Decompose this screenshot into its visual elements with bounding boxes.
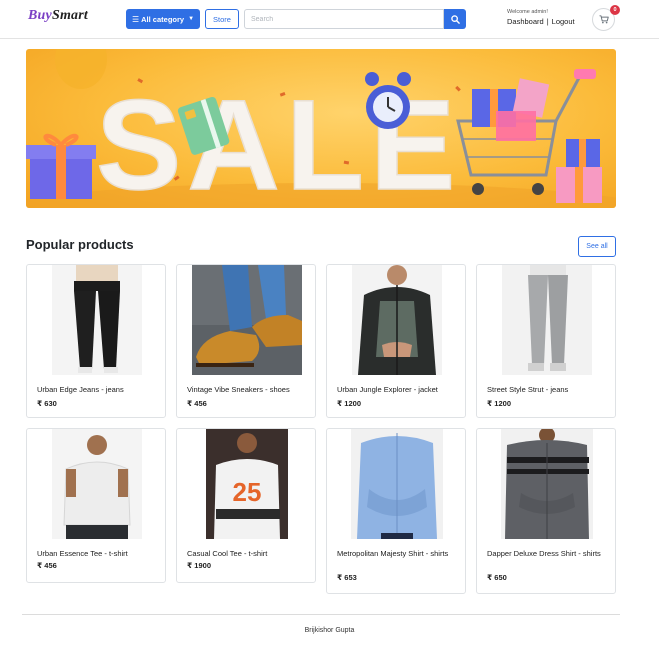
product-image-sneakers[interactable] — [192, 265, 302, 375]
product-name[interactable]: Urban Edge Jeans - jeans — [37, 384, 159, 395]
product-card[interactable]: 25 Casual Cool Tee - t-shirt ₹ 1900 — [176, 428, 316, 583]
product-name[interactable]: Metropolitan Majesty Shirt - shirts — [337, 548, 459, 559]
link-separator: | — [546, 17, 549, 26]
gift-box-left — [26, 133, 96, 199]
product-price: ₹ 1200 — [487, 399, 511, 408]
brand-logo[interactable]: BuySmart — [28, 8, 88, 24]
sale-banner-illustration: SALE — [26, 49, 616, 208]
product-image-jeans[interactable] — [52, 265, 142, 375]
product-card[interactable]: Urban Edge Jeans - jeans ₹ 630 — [26, 264, 166, 418]
product-card[interactable]: Metropolitan Majesty Shirt - shirts ₹ 65… — [326, 428, 466, 594]
product-name[interactable]: Casual Cool Tee - t-shirt — [187, 548, 309, 559]
welcome-text: Welcome admin! — [507, 9, 548, 15]
menu-bars-icon: ☰ — [131, 14, 140, 24]
product-name[interactable]: Vintage Vibe Sneakers - shoes — [187, 384, 309, 395]
category-button-label: All category — [141, 14, 185, 24]
shopping-cart-icon — [599, 15, 609, 24]
product-image-shirt-grey[interactable] — [501, 429, 593, 539]
dashboard-link[interactable]: Dashboard — [507, 17, 544, 26]
product-image-jacket[interactable] — [352, 265, 442, 375]
gift-box-right — [556, 139, 602, 203]
product-card[interactable]: Urban Essence Tee - t-shirt ₹ 456 — [26, 428, 166, 583]
product-card[interactable]: Urban Jungle Explorer - jacket ₹ 1200 — [326, 264, 466, 418]
product-price: ₹ 1200 — [337, 399, 361, 408]
product-name[interactable]: Dapper Deluxe Dress Shirt - shirts — [487, 548, 609, 559]
product-price: ₹ 456 — [37, 561, 57, 570]
product-image-tee-jersey[interactable]: 25 — [206, 429, 288, 539]
sale-text: SALE — [96, 74, 461, 208]
product-card[interactable]: Street Style Strut - jeans ₹ 1200 — [476, 264, 616, 418]
product-price: ₹ 456 — [187, 399, 207, 408]
all-category-dropdown-button[interactable]: ☰ All category ▼ — [126, 9, 200, 29]
product-price: ₹ 650 — [487, 573, 507, 582]
caret-down-icon: ▼ — [188, 16, 195, 22]
see-all-button[interactable]: See all — [578, 236, 616, 257]
product-price: ₹ 630 — [37, 399, 57, 408]
store-button[interactable]: Store — [205, 9, 239, 29]
product-image-tee-white[interactable] — [52, 429, 142, 539]
product-card[interactable]: Dapper Deluxe Dress Shirt - shirts ₹ 650 — [476, 428, 616, 594]
footer-divider — [22, 614, 620, 615]
sale-banner[interactable]: SALE — [26, 49, 616, 208]
top-navbar: BuySmart ☰ All category ▼ Store Welcome … — [0, 0, 659, 39]
logout-link[interactable]: Logout — [552, 17, 575, 26]
product-image-shirt-blue[interactable] — [351, 429, 443, 539]
product-name[interactable]: Urban Jungle Explorer - jacket — [337, 384, 459, 395]
popular-products-heading: Popular products — [26, 237, 134, 252]
product-price: ₹ 653 — [337, 573, 357, 582]
search-input[interactable] — [244, 9, 444, 29]
search-icon — [450, 14, 460, 24]
product-price: ₹ 1900 — [187, 561, 211, 570]
product-name[interactable]: Street Style Strut - jeans — [487, 384, 609, 395]
product-image-jeans-grey[interactable] — [502, 265, 592, 375]
svg-text:25: 25 — [233, 477, 262, 507]
product-name[interactable]: Urban Essence Tee - t-shirt — [37, 548, 159, 559]
search-button[interactable] — [444, 9, 466, 29]
cart-count-badge: 0 — [610, 5, 620, 15]
product-card[interactable]: Vintage Vibe Sneakers - shoes ₹ 456 — [176, 264, 316, 418]
footer-credit: Brijkishor Gupta — [304, 627, 355, 634]
user-links: Dashboard | Logout — [507, 17, 575, 26]
